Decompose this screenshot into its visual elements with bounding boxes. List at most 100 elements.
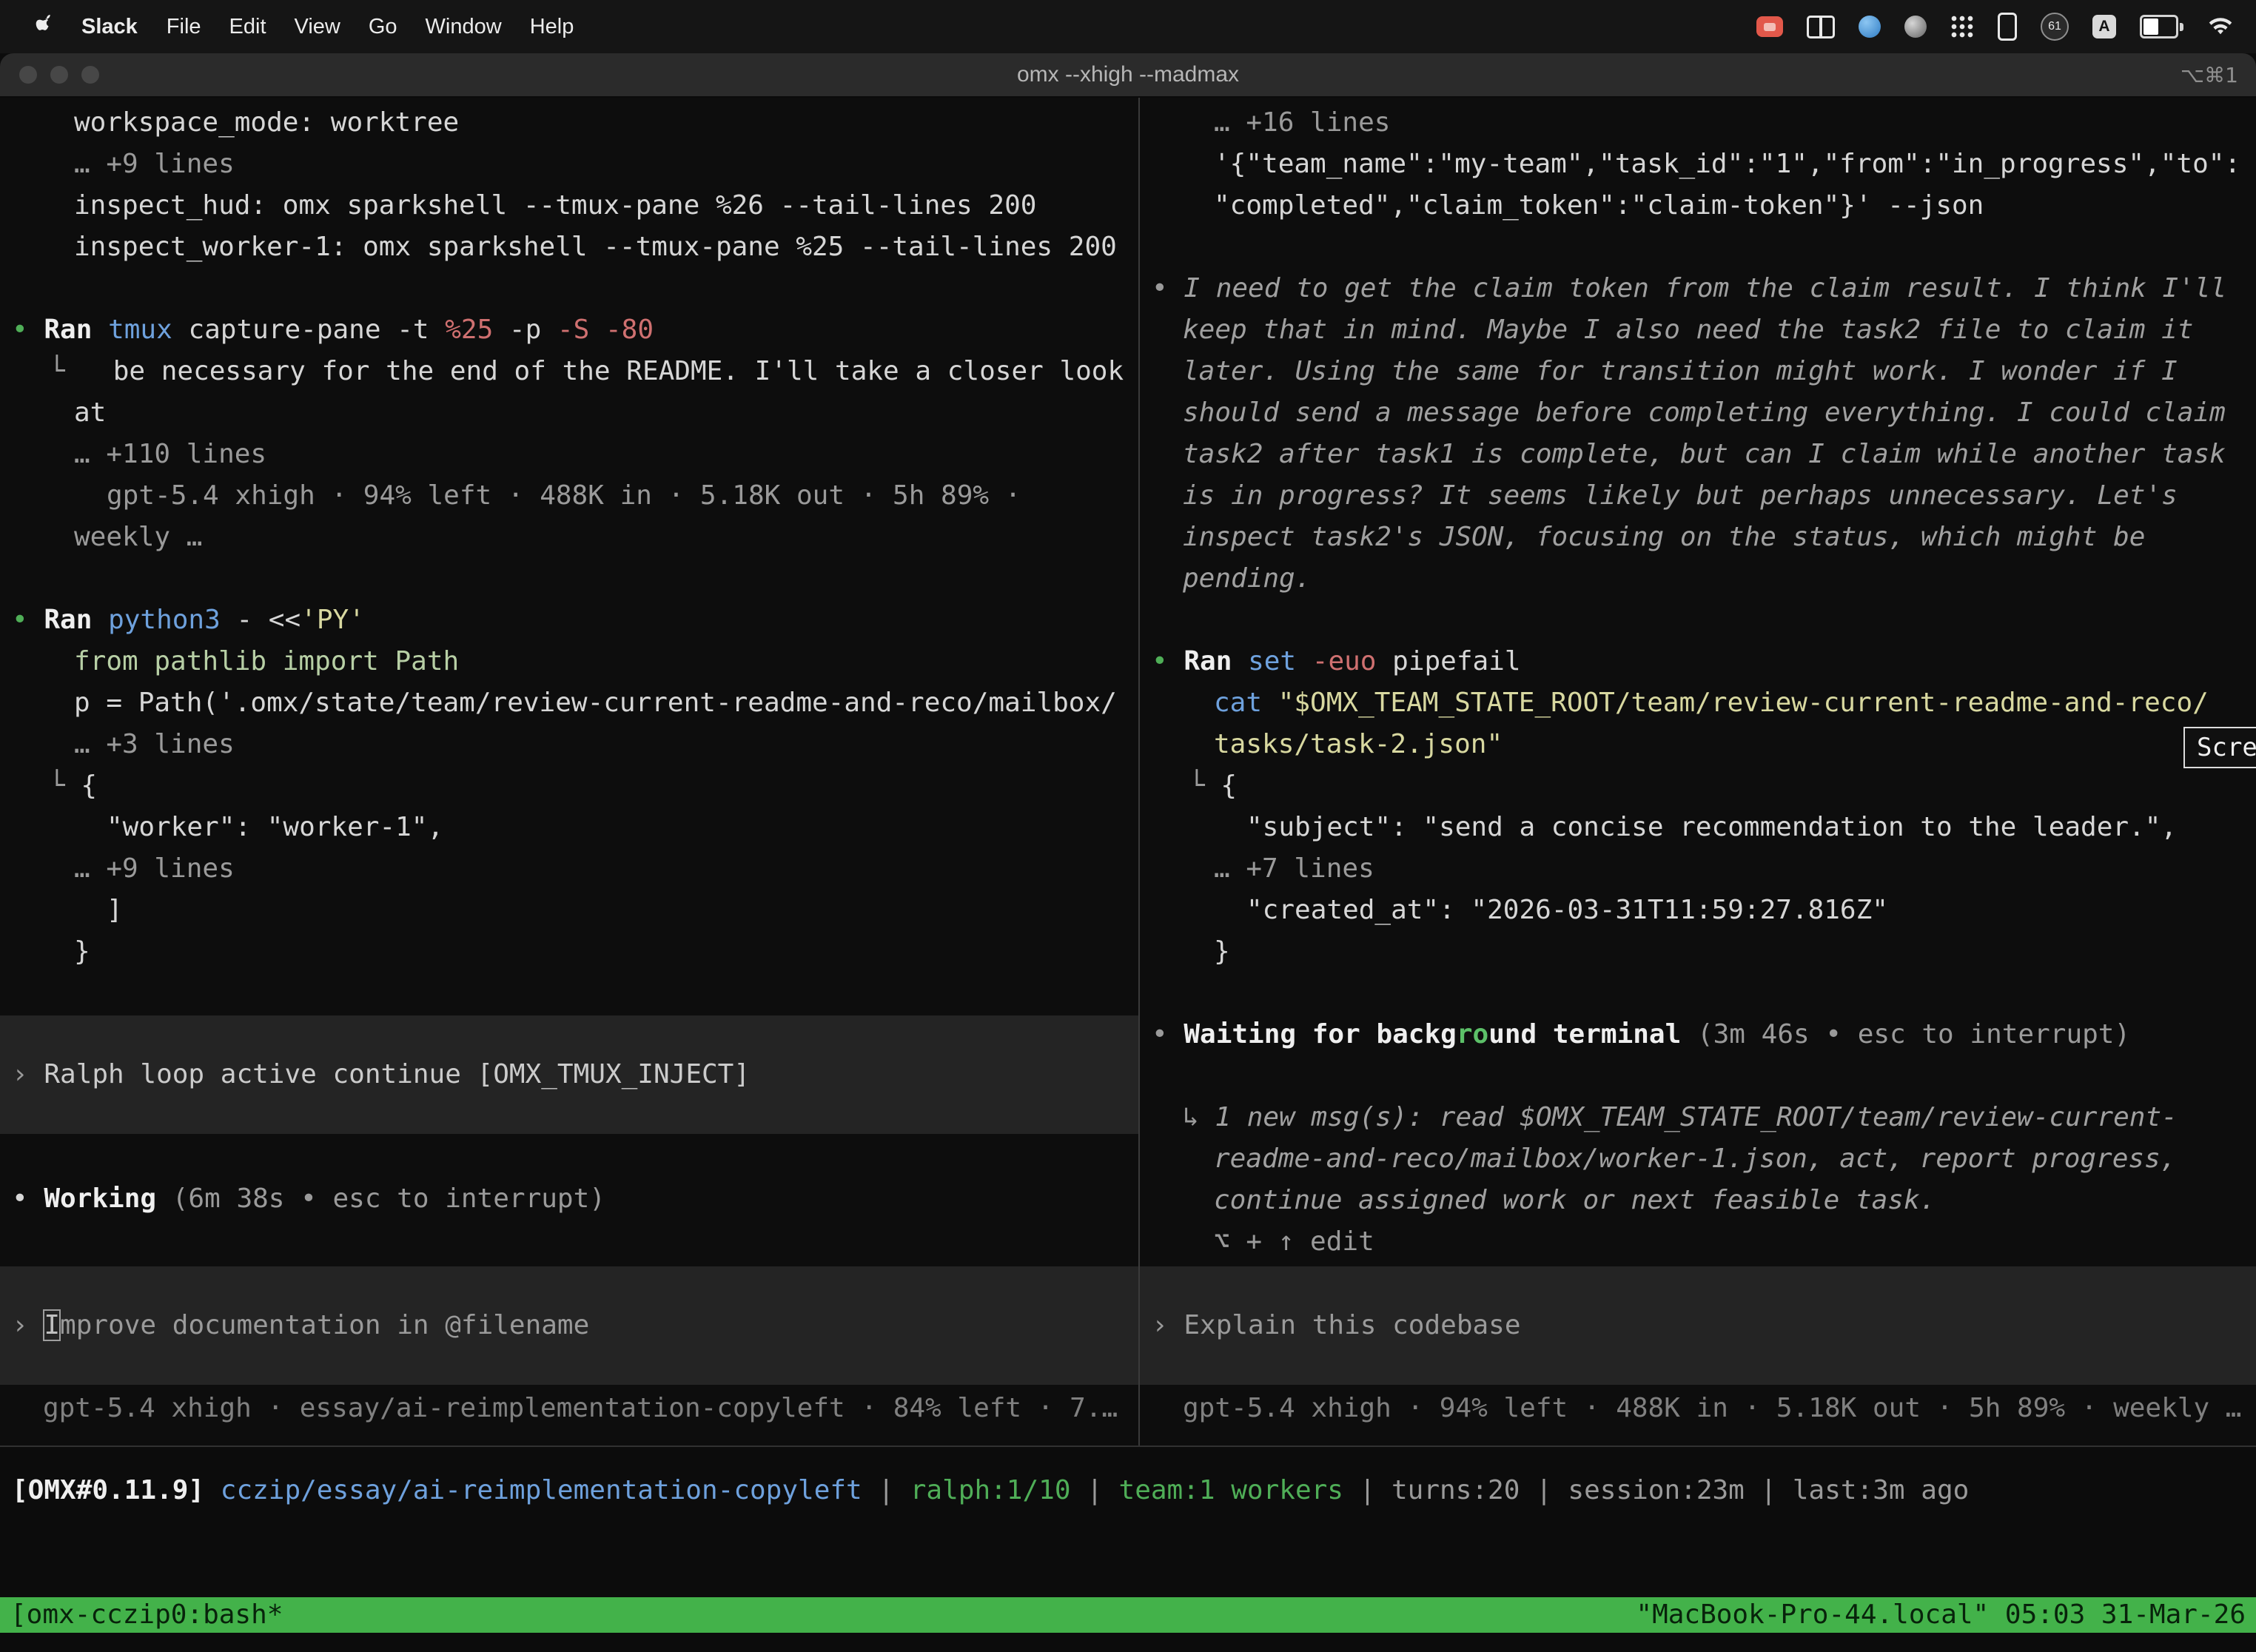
menu-window[interactable]: Window xyxy=(412,15,516,39)
terminal-line: └ { xyxy=(1140,765,2256,807)
terminal-line: } xyxy=(1140,931,2256,973)
window-title: omx --xhigh --madmax xyxy=(0,62,2256,87)
tmux-session-label: [omx-cczip0:bash* xyxy=(10,1597,283,1633)
menubar-status-icons: 61 A xyxy=(1733,13,2256,41)
terminal-line: later. Using the same for transition mig… xyxy=(1140,351,2256,392)
text-segment: p = Path('.omx/state/team/review-current… xyxy=(74,688,1117,718)
input-source-icon[interactable]: A xyxy=(2092,15,2116,38)
apple-menu[interactable] xyxy=(25,13,67,40)
active-app-menu[interactable]: Slack xyxy=(67,15,152,39)
battery-percent-badge[interactable]: 61 xyxy=(2041,13,2069,41)
text-segment: • xyxy=(12,1183,44,1214)
text-segment: workspace_mode: worktree xyxy=(74,107,459,138)
phone-mirroring-icon[interactable] xyxy=(1998,13,2017,41)
prompt-input[interactable]: › Improve documentation in @filename xyxy=(0,1266,1138,1385)
terminal-line: } xyxy=(0,931,1138,973)
menu-edit[interactable]: Edit xyxy=(215,15,281,39)
terminal-line: • Ran python3 - <<'PY' xyxy=(0,600,1138,641)
blank-line xyxy=(0,268,1138,309)
text-segment: und terminal xyxy=(1488,1019,1697,1050)
ralph-loop-notice: › Ralph loop active continue [OMX_TMUX_I… xyxy=(0,1015,1138,1134)
terminal-line: workspace_mode: worktree xyxy=(0,102,1138,144)
text-segment: 1 new msg(s): read $OMX_TEAM_STATE_ROOT/… xyxy=(1215,1102,2177,1132)
text-segment: - << xyxy=(236,605,301,635)
wifi-icon[interactable] xyxy=(2207,17,2234,37)
terminal-line: tasks/task-2.json" xyxy=(1140,724,2256,765)
camera-icon[interactable] xyxy=(1904,16,1927,38)
text-segment: capture-pane -t xyxy=(188,315,445,345)
text-segment: | xyxy=(862,1475,910,1505)
text-segment: Ran xyxy=(44,605,108,635)
terminal-line: gpt-5.4 xhigh · 94% left · 488K in · 5.1… xyxy=(1140,1388,2256,1429)
screen: Slack FileEditViewGoWindowHelp 61 A omx -… xyxy=(0,0,2256,1652)
terminal-line: pending. xyxy=(1140,558,2256,600)
text-segment: team:1 workers xyxy=(1119,1475,1343,1505)
blank-line xyxy=(1140,973,2256,1014)
terminal-line: inspect task2's JSON, focusing on the st… xyxy=(1140,517,2256,558)
terminal-line: readme-and-reco/mailbox/worker-1.json, a… xyxy=(1140,1138,2256,1180)
terminal-line: › Ralph loop active continue [OMX_TMUX_I… xyxy=(0,1054,750,1095)
terminal-line: ↳ 1 new msg(s): read $OMX_TEAM_STATE_ROO… xyxy=(1140,1097,2256,1138)
text-segment: ⌥ + ↑ edit xyxy=(1214,1226,1374,1257)
text-segment: cat xyxy=(1214,688,1278,718)
apple-icon xyxy=(36,13,56,40)
screen-recording-indicator[interactable] xyxy=(1756,16,1783,37)
text-segment: … +9 lines xyxy=(74,149,235,179)
menu-file[interactable]: File xyxy=(152,15,215,39)
text-segment: -euo xyxy=(1312,646,1392,676)
terminal-line: … +7 lines xyxy=(1140,848,2256,890)
terminal-line: '{"team_name":"my-team","task_id":"1","f… xyxy=(1140,144,2256,185)
text-segment: %25 xyxy=(445,315,493,345)
text-segment: "worker": "worker-1", xyxy=(107,812,443,842)
text-segment: tmux xyxy=(108,315,188,345)
text-segment: '{"team_name":"my-team","task_id":"1","f… xyxy=(1214,149,2240,179)
menubar-left: Slack FileEditViewGoWindowHelp xyxy=(0,13,588,40)
text-segment: | xyxy=(1343,1475,1391,1505)
tmux-host-clock: "MacBook-Pro-44.local" 05:03 31-Mar-26 xyxy=(1636,1597,2246,1633)
text-segment: tasks/task-2.json" xyxy=(1214,729,1503,759)
terminal-line: at xyxy=(0,392,1138,434)
text-segment: ralph:1/10 xyxy=(910,1475,1071,1505)
text-segment: … +3 lines xyxy=(74,729,235,759)
terminal-line: inspect_hud: omx sparkshell --tmux-pane … xyxy=(0,185,1138,226)
window-titlebar: omx --xhigh --madmax ⌥⌘1 xyxy=(0,53,2256,98)
prompt-suggestion[interactable]: › Explain this codebase xyxy=(1140,1266,2256,1385)
text-segment: { xyxy=(81,770,97,801)
blank-line xyxy=(1140,600,2256,641)
window-tiles-icon[interactable] xyxy=(1807,16,1835,38)
text-segment: › xyxy=(12,1310,44,1340)
terminal-line: "worker": "worker-1", xyxy=(0,807,1138,848)
text-segment: be necessary for the end of the README. … xyxy=(113,356,1124,386)
text-segment: (3m 46s • esc to interrupt) xyxy=(1697,1019,2130,1050)
raycast-icon[interactable] xyxy=(1859,16,1881,38)
battery-icon[interactable] xyxy=(2140,15,2183,38)
terminal-line: • Working (6m 38s • esc to interrupt) xyxy=(0,1178,1138,1220)
menu-help[interactable]: Help xyxy=(516,15,588,39)
menu-view[interactable]: View xyxy=(281,15,355,39)
menu-go[interactable]: Go xyxy=(355,15,412,39)
terminal-line: • I need to get the claim token from the… xyxy=(1140,268,2256,309)
text-segment: set xyxy=(1248,646,1312,676)
terminal-line: gpt-5.4 xhigh · essay/ai-reimplementatio… xyxy=(0,1388,1138,1429)
text-segment: • xyxy=(12,315,44,345)
text-segment: inspect task2's JSON, focusing on the st… xyxy=(1183,522,2145,552)
text-segment: └ xyxy=(1189,770,1221,801)
text-segment: python3 xyxy=(108,605,236,635)
terminal-line: … +110 lines xyxy=(0,434,1138,475)
app-grid-icon[interactable] xyxy=(1950,15,1974,38)
text-segment: pipefail xyxy=(1392,646,1520,676)
terminal-pane-right[interactable]: … +16 lines '{"team_name":"my-team","task… xyxy=(1140,96,2256,1446)
text-segment: } xyxy=(74,936,90,967)
text-segment: later. Using the same for transition mig… xyxy=(1183,356,2178,386)
text-segment: at xyxy=(74,397,106,428)
text-segment: | xyxy=(1520,1475,1568,1505)
text-segment: … +16 lines xyxy=(1214,107,1390,138)
text-segment: • xyxy=(1152,646,1184,676)
terminal-pane-left[interactable]: workspace_mode: worktree … +9 lines inspec… xyxy=(0,96,1138,1446)
terminal-line: from pathlib import Path xyxy=(0,641,1138,682)
terminal-line: cat "$OMX_TEAM_STATE_ROOT/team/review-cu… xyxy=(1140,682,2256,724)
terminal-line: … +9 lines xyxy=(0,848,1138,890)
text-segment: … +9 lines xyxy=(74,853,235,884)
terminal-line: inspect_worker-1: omx sparkshell --tmux-… xyxy=(0,226,1138,268)
window-shortcut-badge: ⌥⌘1 xyxy=(2181,63,2238,87)
